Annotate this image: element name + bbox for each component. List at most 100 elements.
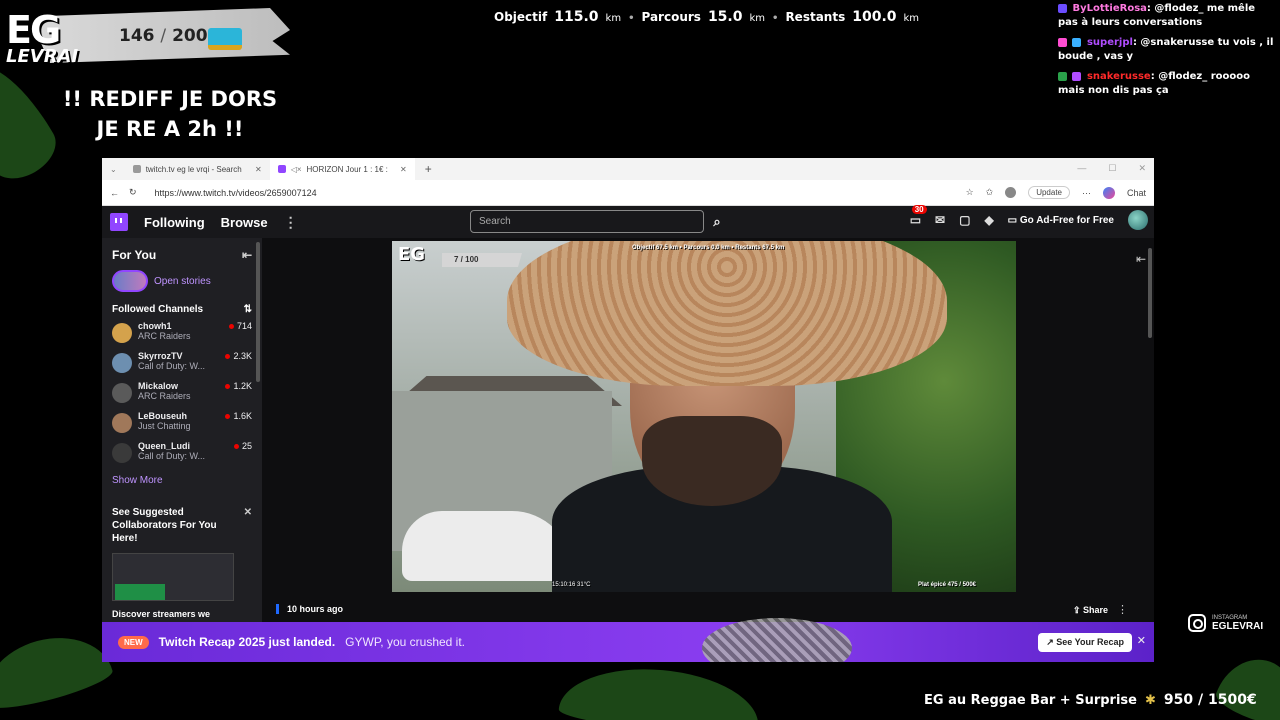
minimize-icon[interactable]: — <box>1077 163 1086 174</box>
url-field[interactable]: https://www.twitch.tv/videos/2659007124 <box>155 188 317 198</box>
instagram-handle: EGLEVRAI <box>1212 620 1264 632</box>
maximize-icon[interactable]: ☐ <box>1108 163 1116 174</box>
viewer-count: 2.3K <box>233 351 252 361</box>
followed-channels-header: Followed Channels ⇅ <box>112 304 252 315</box>
see-recap-button[interactable]: ↗ See Your Recap <box>1038 633 1132 652</box>
sort-icon[interactable]: ⇅ <box>244 304 252 315</box>
chat-badge-icon <box>1072 71 1082 81</box>
chat-button[interactable]: Chat <box>1127 188 1146 198</box>
nav-right-actions: ▭ 30 ✉ ▢ ◆ ▭ Go Ad-Free for Free <box>910 205 1148 230</box>
favorites-icon[interactable]: ✩ <box>986 187 994 198</box>
palm-leaf-decor <box>0 624 116 716</box>
goal-text: EG au Reggae Bar + Surprise <box>924 692 1137 708</box>
more-vertical-icon[interactable]: ⋮ <box>284 214 298 231</box>
channel-viewers: 1.6K <box>225 411 252 421</box>
suggest-preview-image[interactable] <box>112 553 234 601</box>
chat-badge-icon <box>1058 37 1067 47</box>
rediff-notice: !! REDIFF JE DORS JE RE A 2h !! <box>40 84 300 144</box>
channel-item[interactable]: Mickalow ARC Raiders 1.2K <box>112 381 252 411</box>
sidebar-scrollbar[interactable] <box>256 242 260 382</box>
back-icon[interactable]: ← <box>110 188 119 198</box>
chat-username: ByLottieRosa <box>1072 3 1147 14</box>
viewer-count: 1.6K <box>233 411 252 421</box>
instagram-icon <box>1188 614 1206 632</box>
unit-km: km <box>605 13 622 24</box>
nav-following[interactable]: Following <box>144 215 205 230</box>
chat-username: superjpl <box>1086 37 1133 48</box>
open-stories-label: Open stories <box>154 275 211 287</box>
see-recap-label: See Your Recap <box>1056 637 1124 647</box>
unit-km: km <box>903 13 920 24</box>
update-button[interactable]: Update <box>1028 186 1070 199</box>
suggested-collaborators-card: See Suggested Collaborators For You Here… <box>112 506 252 621</box>
viewer-count: 1.2K <box>233 381 252 391</box>
share-button[interactable]: ⇪ Share <box>1073 605 1108 616</box>
open-stories[interactable]: Open stories <box>112 270 252 292</box>
live-dot-icon <box>228 323 234 329</box>
copilot-icon[interactable] <box>1102 186 1115 199</box>
sub-count-separator: / <box>160 26 167 46</box>
main-scrollbar[interactable] <box>1148 248 1152 338</box>
browser-window: ⌄ twitch.tv eg le vrqi - Search ✕ ◁× HOR… <box>102 158 1154 662</box>
new-pill: NEW <box>118 635 149 649</box>
tab-twitch-video[interactable]: ◁× HORIZON Jour 1 : 1€ : ✕ <box>269 158 415 180</box>
channel-info: chowh1 ARC Raiders <box>138 321 223 341</box>
video-person-beard <box>642 416 782 506</box>
instagram-tag: INSTAGRAM EGLEVRAI <box>1188 614 1263 632</box>
profile-icon[interactable] <box>1005 187 1017 198</box>
live-dot-icon <box>233 443 239 449</box>
channel-item[interactable]: SkyrrozTV Call of Duty: W... 2.3K <box>112 351 252 381</box>
search-input[interactable]: Search <box>470 210 704 233</box>
video-overlay-count: 7 / 100 <box>442 253 522 267</box>
channel-item[interactable]: chowh1 ARC Raiders 714 <box>112 321 252 351</box>
chat-message: ByLottieRosa: @flodez_ me mêle pas à leu… <box>1058 3 1256 28</box>
new-tab-button[interactable]: + <box>415 162 442 176</box>
more-icon[interactable]: ··· <box>1082 188 1091 198</box>
chat-badge-icon <box>1058 71 1067 81</box>
tab-bar: ⌄ twitch.tv eg le vrqi - Search ✕ ◁× HOR… <box>102 158 1154 180</box>
whispers-icon[interactable]: ✉ <box>935 213 945 227</box>
main-content: EG 7 / 100 Objectif 67.5 km • Parcours 0… <box>262 238 1154 662</box>
reload-icon[interactable]: ↻ <box>129 187 137 198</box>
tab-search[interactable]: twitch.tv eg le vrqi - Search ✕ <box>125 158 270 180</box>
close-icon[interactable]: ✕ <box>255 165 262 174</box>
expand-chat-icon[interactable]: ⇤ <box>1136 252 1146 266</box>
channel-item[interactable]: LeBouseuh Just Chatting 1.6K <box>112 411 252 441</box>
video-player[interactable]: EG 7 / 100 Objectif 67.5 km • Parcours 0… <box>392 241 1016 592</box>
channel-name: Mickalow <box>138 381 179 391</box>
stats-separator: • <box>628 13 635 24</box>
show-more-link[interactable]: Show More <box>112 475 252 486</box>
inbox-icon[interactable]: ▭ 30 <box>910 205 927 227</box>
ad-free-button[interactable]: ▭ Go Ad-Free for Free <box>1008 215 1114 226</box>
activity-icon[interactable]: ▢ <box>959 213 970 227</box>
recap-banner: NEW Twitch Recap 2025 just landed. GYWP,… <box>102 618 1154 662</box>
eg-logo: EG LEVRAI <box>6 11 78 66</box>
channel-item[interactable]: Queen_Ludi Call of Duty: W... 25 <box>112 441 252 471</box>
favorite-star-icon[interactable]: ☆ <box>966 187 974 198</box>
channel-info: LeBouseuh Just Chatting <box>138 411 219 431</box>
live-dot-icon <box>225 413 231 419</box>
mute-icon[interactable]: ◁× <box>291 165 302 174</box>
tab-label: HORIZON Jour 1 : 1€ : <box>306 164 388 174</box>
viewer-count: 714 <box>236 321 252 331</box>
channel-viewers: 1.2K <box>225 381 252 391</box>
tab-list-chevron-icon[interactable]: ⌄ <box>102 165 125 174</box>
user-avatar[interactable] <box>1128 210 1148 230</box>
parcours-value: 15.0 <box>707 9 743 25</box>
close-window-icon[interactable]: ✕ <box>1138 163 1146 174</box>
close-icon[interactable]: ✕ <box>400 165 407 174</box>
search-icon[interactable]: ⌕ <box>706 210 728 233</box>
twitch-favicon-icon <box>277 165 286 173</box>
nav-browse[interactable]: Browse <box>221 215 268 230</box>
close-icon[interactable]: ✕ <box>244 506 252 519</box>
more-vertical-icon[interactable]: ⋮ <box>1117 603 1128 616</box>
channel-viewers: 25 <box>233 441 252 451</box>
video-overlay-clock: 15:10:16 31°C <box>552 582 591 588</box>
collapse-sidebar-icon[interactable]: ⇤ <box>242 248 252 262</box>
unit-km: km <box>749 13 766 24</box>
twitch-sidebar: For You ⇤ Open stories Followed Channels… <box>102 238 262 662</box>
twitch-logo-icon[interactable] <box>110 213 128 231</box>
bits-icon[interactable]: ◆ <box>984 213 993 227</box>
chat-message: superjpl: @snakerusse tu vois , il boude… <box>1058 37 1274 62</box>
close-icon[interactable]: ✕ <box>1137 634 1146 647</box>
